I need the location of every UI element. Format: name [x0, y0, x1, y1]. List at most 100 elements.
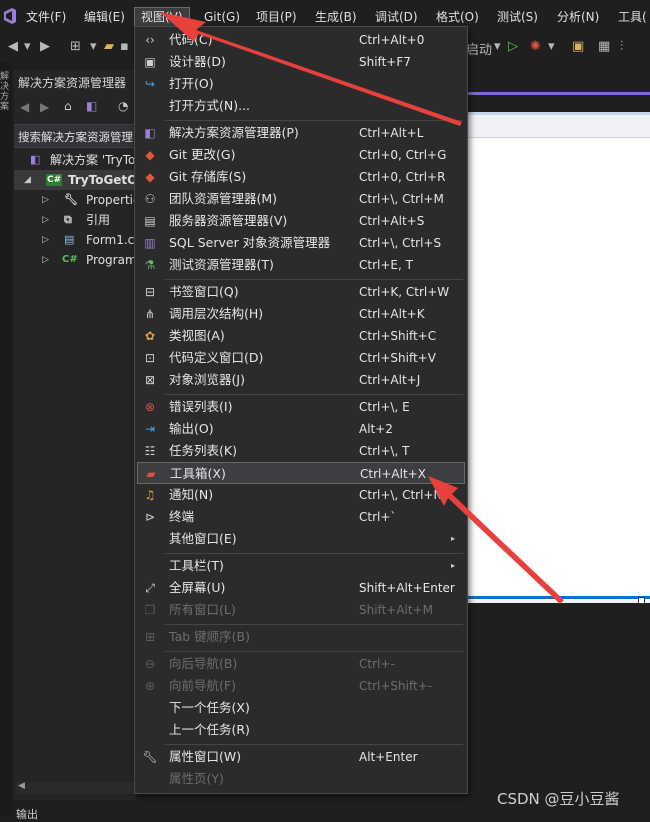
menu-item-label: 代码(C) [169, 32, 213, 47]
menu-item-solution-explorer[interactable]: ◧ 解决方案资源管理器(P) Ctrl+Alt+L [137, 122, 465, 144]
resize-handle[interactable] [638, 597, 645, 604]
class-view-icon: ✿ [144, 329, 156, 343]
menu-item-label: 终端 [169, 509, 195, 524]
history-icon[interactable]: ◔ [118, 99, 128, 113]
menu-item-server-explorer[interactable]: ▤ 服务器资源管理器(V) Ctrl+Alt+S [137, 210, 465, 232]
menu-item-output[interactable]: ⇥ 输出(O) Alt+2 [137, 418, 465, 440]
menu-item-shortcut: Shift+Alt+M [359, 603, 433, 617]
menu-project[interactable]: 项目(P) [256, 8, 297, 26]
menu-file[interactable]: 文件(F) [26, 8, 66, 26]
menu-item-code[interactable]: ‹› 代码(C) Ctrl+Alt+0 [137, 29, 465, 51]
output-tab[interactable]: 输出 [16, 806, 38, 822]
switch-view-icon[interactable]: ◧ [86, 99, 97, 113]
menu-item-task-list[interactable]: ☷ 任务列表(K) Ctrl+\, T [137, 440, 465, 462]
visual-studio-logo-icon[interactable] [2, 6, 18, 26]
menu-item-next-task[interactable]: 下一个任务(X) [137, 697, 465, 719]
dropdown-icon[interactable]: ▾ [494, 39, 501, 54]
forward-icon[interactable]: ▶ [40, 100, 49, 114]
tree-item-program[interactable]: ▷ C# Program [14, 250, 136, 270]
menu-build[interactable]: 生成(B) [315, 8, 357, 26]
dropdown-icon[interactable]: ▾ [90, 39, 97, 54]
menu-analyze[interactable]: 分析(N) [557, 8, 599, 26]
menu-item-git-repository[interactable]: ◆ Git 存储库(S) Ctrl+0, Ctrl+R [137, 166, 465, 188]
menu-test[interactable]: 测试(S) [497, 8, 538, 26]
strip-char: 方 [0, 92, 10, 102]
menu-item-label: 对象浏览器(J) [169, 372, 245, 387]
start-label[interactable]: 启动 [466, 39, 492, 58]
menu-tools[interactable]: 工具( [618, 8, 647, 26]
menu-item-shortcut: Ctrl+K, Ctrl+W [359, 285, 450, 299]
form-client-area[interactable] [466, 137, 650, 600]
expanded-triangle-icon[interactable]: ◢ [24, 170, 31, 190]
menu-item-terminal[interactable]: ⊳ 终端 Ctrl+` [137, 506, 465, 528]
menu-item-class-view[interactable]: ✿ 类视图(A) Ctrl+Shift+C [137, 325, 465, 347]
collapsed-triangle-icon[interactable]: ▷ [42, 210, 49, 230]
menu-item-shortcut: Ctrl+Alt+X [360, 467, 426, 481]
menu-item-toolbars[interactable]: 工具栏(T) ▸ [137, 555, 465, 577]
back-icon[interactable]: ◀ [20, 100, 29, 114]
menu-separator [165, 120, 463, 121]
forward-icon[interactable]: ▶ [40, 39, 50, 54]
menu-item-git-changes[interactable]: ◆ Git 更改(G) Ctrl+0, Ctrl+G [137, 144, 465, 166]
menu-item-full-screen[interactable]: ⤢ 全屏幕(U) Shift+Alt+Enter [137, 577, 465, 599]
menu-item-shortcut: Ctrl+Shift+C [359, 329, 437, 343]
menu-item-label: 向前导航(F) [169, 678, 236, 693]
tree-item-project[interactable]: ◢ C# TryToGetO [14, 170, 136, 190]
menu-item-navigate-back: ⊖ 向后导航(B) Ctrl+- [137, 653, 465, 675]
menu-debug[interactable]: 调试(D) [375, 8, 418, 26]
form-icon: ▤ [64, 233, 75, 246]
menu-item-call-hierarchy[interactable]: ⋔ 调用层次结构(H) Ctrl+Alt+K [137, 303, 465, 325]
back-icon[interactable]: ◀ [8, 39, 18, 54]
run-icon[interactable]: ▷ [508, 39, 518, 54]
dropdown-icon[interactable]: ▾ [24, 39, 31, 54]
menu-item-shortcut: Ctrl+` [359, 510, 397, 524]
solution-search-input[interactable]: 搜索解决方案资源管理 [14, 124, 136, 148]
tree-item-properties[interactable]: ▷ 🔧︎ Propertie [14, 190, 136, 210]
menu-item-other-windows[interactable]: 其他窗口(E) ▸ [137, 528, 465, 550]
menu-item-team-explorer[interactable]: ⚇ 团队资源管理器(M) Ctrl+\, Ctrl+M [137, 188, 465, 210]
form-designer-canvas[interactable] [466, 112, 650, 603]
menu-item-shortcut: Ctrl+Alt+L [359, 126, 424, 140]
collapsed-triangle-icon[interactable]: ▷ [42, 230, 49, 250]
menu-view[interactable]: 视图(V) [134, 7, 190, 27]
menu-item-label: 属性页(Y) [169, 771, 224, 786]
open-folder-icon[interactable]: ▰ [104, 39, 114, 54]
menu-git[interactable]: Git(G) [204, 8, 240, 26]
menu-item-object-browser[interactable]: ⊠ 对象浏览器(J) Ctrl+Alt+J [137, 369, 465, 391]
menu-item-open-with[interactable]: 打开方式(N)... [137, 95, 465, 117]
menu-item-label: 全屏幕(U) [169, 580, 226, 595]
menu-item-label: 团队资源管理器(M) [169, 191, 278, 206]
menu-item-sql-server[interactable]: ▥ SQL Server 对象资源管理器 Ctrl+\, Ctrl+S [137, 232, 465, 254]
home-icon[interactable]: ⌂ [64, 99, 72, 113]
menu-item-shortcut: Ctrl+Alt+0 [359, 33, 425, 47]
dropdown-icon[interactable]: ▾ [548, 39, 555, 54]
menu-item-previous-task[interactable]: 上一个任务(R) [137, 719, 465, 741]
csharp-file-icon: C# [62, 254, 78, 265]
align-icon[interactable]: ⫶ [620, 39, 623, 54]
menu-item-error-list[interactable]: ⊗ 错误列表(I) Ctrl+\, E [137, 396, 465, 418]
tree-item-references[interactable]: ▷ ⧉ 引用 [14, 210, 136, 230]
scroll-left-icon[interactable]: ◀ [18, 781, 25, 791]
menu-item-property-pages: 属性页(Y) [137, 768, 465, 790]
menu-item-open[interactable]: ↪ 打开(O) [137, 73, 465, 95]
left-tool-strip[interactable]: 解 决 方 案 [0, 62, 12, 816]
collapsed-triangle-icon[interactable]: ▷ [42, 190, 49, 210]
folder-icon[interactable]: ▣ [572, 39, 584, 54]
save-icon[interactable]: ▪ [120, 39, 129, 54]
menu-item-toolbox[interactable]: ▰ 工具箱(X) Ctrl+Alt+X [137, 462, 465, 484]
layout-icon[interactable]: ▦ [598, 39, 610, 54]
menu-edit[interactable]: 编辑(E) [84, 8, 125, 26]
menu-item-properties-window[interactable]: 🔧︎ 属性窗口(W) Alt+Enter [137, 746, 465, 768]
tree-item-solution[interactable]: ◧ 解决方案 'TryTo [14, 150, 136, 170]
tree-item-form1[interactable]: ▷ ▤ Form1.c [14, 230, 136, 250]
collapsed-triangle-icon[interactable]: ▷ [42, 250, 49, 270]
menu-item-notifications[interactable]: ♫ 通知(N) Ctrl+\, Ctrl+N [137, 484, 465, 506]
hot-reload-icon[interactable]: ✺ [530, 39, 541, 54]
menu-format[interactable]: 格式(O) [436, 8, 479, 26]
new-item-icon[interactable]: ⊞ [70, 39, 81, 54]
menu-item-test-explorer[interactable]: ⚗ 测试资源管理器(T) Ctrl+E, T [137, 254, 465, 276]
menu-item-designer[interactable]: ▣ 设计器(D) Shift+F7 [137, 51, 465, 73]
menu-item-bookmarks[interactable]: ⊟ 书签窗口(Q) Ctrl+K, Ctrl+W [137, 281, 465, 303]
menu-separator [165, 553, 463, 554]
menu-item-code-definition[interactable]: ⊡ 代码定义窗口(D) Ctrl+Shift+V [137, 347, 465, 369]
